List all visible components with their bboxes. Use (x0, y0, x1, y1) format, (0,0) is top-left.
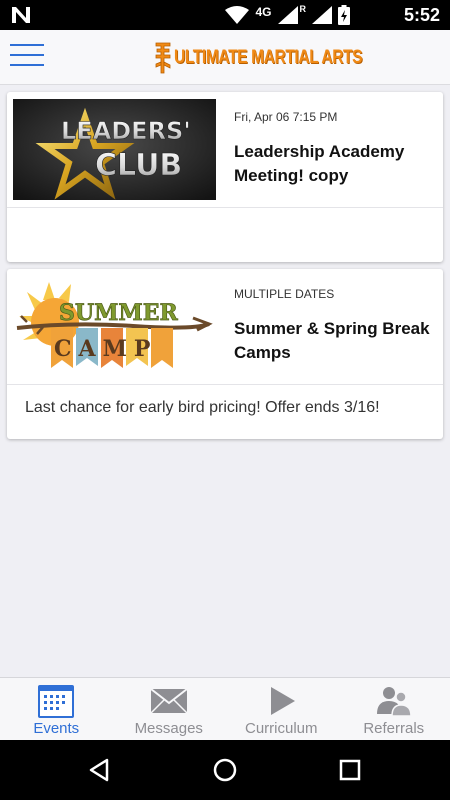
card-divider (7, 384, 443, 385)
notification-n-icon (12, 7, 30, 23)
event-date: MULTIPLE DATES (234, 287, 335, 301)
tab-referrals[interactable]: Referrals (338, 678, 450, 740)
menu-line (10, 54, 44, 56)
image-text-summer: SUMMER (59, 300, 179, 326)
wifi-icon (225, 6, 250, 24)
event-image-summer-camp: SUMMER CAMP (13, 276, 216, 377)
envelope-icon (150, 688, 188, 714)
people-icon (376, 687, 412, 717)
menu-line (10, 64, 44, 66)
event-card[interactable]: SUMMER CAMP MULTIPLE DATES Summer & Spri… (7, 269, 443, 439)
tab-label: Referrals (363, 720, 425, 737)
tab-label: Messages (134, 720, 203, 737)
tab-messages[interactable]: Messages (113, 678, 226, 740)
system-nav-bar (0, 740, 450, 800)
network-type-label: 4G (255, 5, 272, 19)
event-card[interactable]: LEADERS' CLUB Fri, Apr 06 7:15 PM Leader… (7, 92, 443, 262)
image-text-camp: CAMP (54, 336, 157, 362)
home-icon[interactable] (210, 755, 240, 785)
event-image-leaders-club: LEADERS' CLUB (13, 99, 216, 200)
roaming-label: R (299, 4, 307, 14)
clock: 5:52 (403, 5, 440, 25)
menu-line (10, 44, 44, 46)
app-bar: ULTIMATE MARTIAL ARTS (0, 30, 450, 85)
bottom-tab-bar: Events Messages Curriculum Referrals (0, 677, 450, 740)
battery-charging-icon (338, 5, 350, 25)
brand-logo: ULTIMATE MARTIAL ARTS (153, 38, 403, 78)
kanji-logo-icon (155, 42, 171, 74)
image-text-club: CLUB (95, 148, 182, 183)
tab-curriculum[interactable]: Curriculum (225, 678, 338, 740)
brand-name: ULTIMATE MARTIAL ARTS (174, 47, 363, 68)
signal-icon (277, 6, 298, 24)
event-description: Last chance for early bird pricing! Offe… (25, 399, 380, 416)
hamburger-menu-button[interactable] (10, 44, 44, 70)
card-divider (7, 207, 443, 208)
calendar-icon (38, 685, 75, 718)
event-title: Summer & Spring Break Camps (234, 319, 430, 362)
status-icons: 4G R (225, 4, 350, 25)
signal-icon-2 (312, 6, 332, 24)
status-bar: 4G R 5:52 (0, 0, 450, 30)
image-text-leaders: LEADERS' (61, 117, 191, 145)
event-date: Fri, Apr 06 7:15 PM (234, 110, 338, 124)
tab-label: Events (33, 720, 80, 737)
play-icon (271, 687, 296, 715)
recents-icon[interactable] (335, 755, 365, 785)
event-title: Leadership Academy Meeting! copy (234, 142, 405, 185)
back-icon[interactable] (85, 755, 115, 785)
tab-label: Curriculum (244, 720, 318, 737)
tab-events[interactable]: Events (0, 678, 113, 740)
events-list: LEADERS' CLUB Fri, Apr 06 7:15 PM Leader… (0, 85, 450, 677)
